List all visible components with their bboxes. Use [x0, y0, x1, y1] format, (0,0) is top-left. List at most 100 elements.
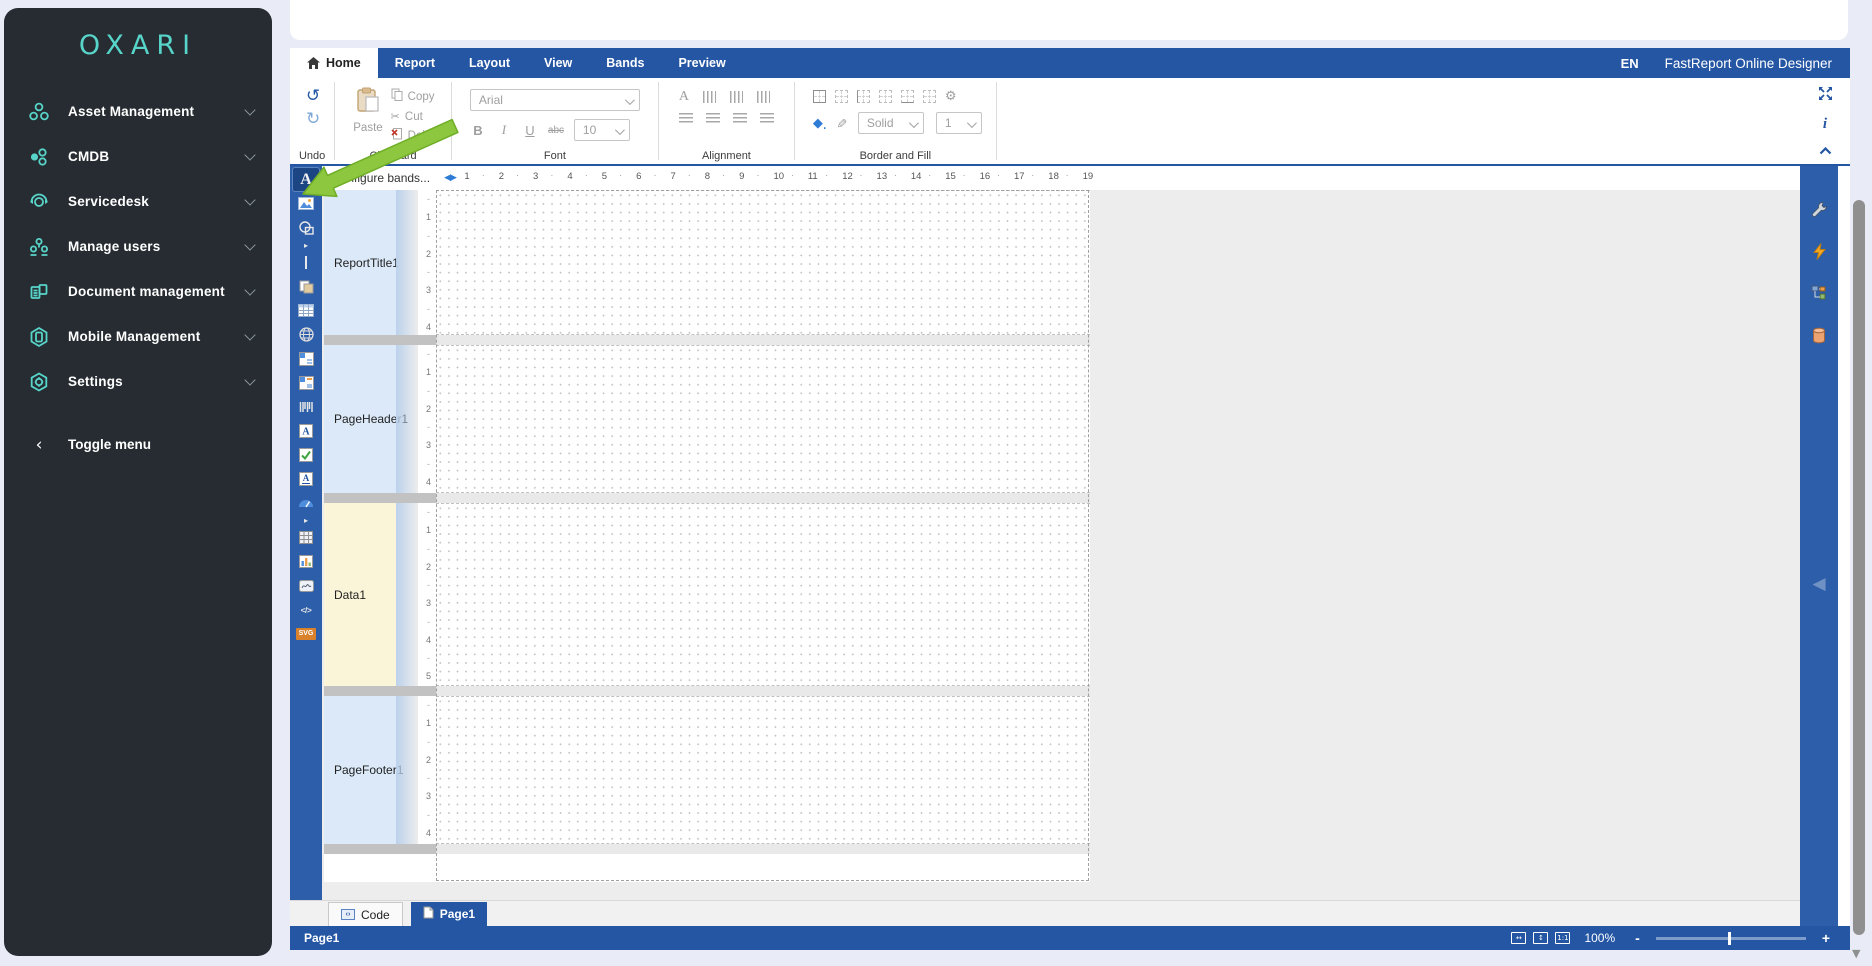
advanced-matrix-object-tool[interactable] [293, 371, 319, 394]
border-settings-icon[interactable]: ⚙ [945, 89, 957, 104]
collapse-panel-icon[interactable]: ◀ [1812, 574, 1825, 594]
gauge-object-tool[interactable] [293, 491, 319, 514]
sidebar-item-manage-users[interactable]: Manage users [4, 224, 272, 269]
tab-bands[interactable]: Bands [589, 48, 661, 78]
bold-button[interactable]: B [470, 123, 486, 138]
band-content[interactable] [436, 696, 1090, 844]
border-none-icon[interactable] [835, 90, 848, 103]
tab-page1[interactable]: Page1 [411, 902, 487, 926]
info-icon[interactable]: i [1823, 116, 1827, 133]
band-report-title[interactable]: ReportTitle1 1-2-3-4- [324, 190, 1090, 335]
band-label[interactable]: Data1 [324, 503, 396, 686]
band-separator[interactable] [324, 844, 1090, 854]
scrollbar-down-arrow-icon[interactable]: ▼ [1852, 947, 1860, 960]
border-all-icon[interactable] [813, 90, 826, 103]
sidebar-item-cmdb[interactable]: CMDB [4, 134, 272, 179]
font-color-button[interactable]: A [679, 89, 689, 105]
band-label[interactable]: PageHeader1 [324, 345, 396, 493]
svg-object-tool[interactable]: SVG [293, 622, 319, 645]
band-page-header[interactable]: PageHeader1 1-2-3-4- [324, 345, 1090, 493]
border-left-icon[interactable] [857, 90, 870, 103]
tab-preview[interactable]: Preview [661, 48, 742, 78]
font-family-select[interactable]: Arial [470, 89, 640, 111]
zoom-out-button[interactable]: - [1629, 930, 1646, 946]
html-object-tool[interactable]: </> [293, 598, 319, 621]
undo-button[interactable]: ↺ [306, 88, 320, 105]
align-bottom-icon[interactable] [757, 91, 770, 103]
band-data[interactable]: Data1 1-2-3-4-5- [324, 503, 1090, 686]
line-width-select[interactable]: 1 [936, 112, 982, 134]
sidebar-item-document-management[interactable]: Document management [4, 269, 272, 314]
zoom-slider-thumb[interactable] [1728, 932, 1731, 945]
align-center-icon[interactable] [706, 113, 720, 124]
band-separator[interactable] [324, 493, 1090, 503]
data-button[interactable] [1800, 314, 1838, 356]
subreport-object-tool[interactable] [293, 275, 319, 298]
matrix-object-tool[interactable] [293, 347, 319, 370]
border-top-icon[interactable] [879, 90, 892, 103]
delete-button[interactable]: Delete [391, 127, 441, 145]
checkbox-object-tool[interactable] [293, 443, 319, 466]
align-left-icon[interactable] [679, 113, 693, 124]
scrollbar-thumb[interactable] [1853, 200, 1865, 935]
table-object-tool[interactable] [293, 299, 319, 322]
tab-home[interactable]: Home [290, 48, 378, 78]
tab-code[interactable]: ‹› Code [328, 902, 403, 926]
border-bottom-icon[interactable] [901, 90, 914, 103]
underline-button[interactable]: U [522, 123, 538, 138]
configure-bands-button[interactable]: Configure bands... [332, 171, 430, 185]
vertical-scrollbar[interactable]: ▼ [1852, 70, 1866, 956]
band-page-footer[interactable]: PageFooter1 1-2-3-4- [324, 696, 1090, 844]
chart-object-tool[interactable] [293, 550, 319, 573]
gauge-flyout-arrow-icon[interactable]: ▸ [293, 515, 319, 525]
band-content[interactable] [436, 503, 1090, 686]
line-color-icon[interactable]: ✎ [833, 118, 848, 129]
zoom-slider[interactable] [1656, 937, 1806, 940]
copy-button[interactable]: Copy [391, 88, 441, 106]
band-content[interactable] [436, 345, 1090, 493]
shape-flyout-arrow-icon[interactable]: ▸ [293, 240, 319, 250]
fill-color-icon[interactable]: ◆ [813, 116, 823, 131]
band-label[interactable]: ReportTitle1 [324, 190, 396, 335]
text-object-tool[interactable]: A [293, 168, 319, 191]
align-justify-icon[interactable] [760, 113, 774, 124]
align-top-icon[interactable] [703, 91, 716, 103]
tab-view[interactable]: View [527, 48, 589, 78]
zoom-one-to-one-icon[interactable]: 1:1 [1555, 932, 1570, 944]
fit-whole-page-icon[interactable]: ↕ [1533, 932, 1548, 944]
font-size-select[interactable]: 10 [574, 119, 630, 141]
zoom-in-button[interactable]: + [1816, 930, 1836, 946]
line-object-tool[interactable] [293, 251, 319, 274]
richtext-object-tool[interactable]: A [293, 419, 319, 442]
sidebar-item-mobile-management[interactable]: Mobile Management [4, 314, 272, 359]
barcode-object-tool[interactable] [293, 395, 319, 418]
properties-button[interactable] [1800, 188, 1838, 230]
redo-button[interactable]: ↻ [306, 111, 320, 128]
line-style-select[interactable]: Solid [858, 112, 924, 134]
cellular-text-object-tool[interactable]: A [293, 467, 319, 490]
shape-object-tool[interactable] [293, 216, 319, 239]
sidebar-item-servicedesk[interactable]: Servicedesk [4, 179, 272, 224]
band-separator[interactable] [324, 335, 1090, 345]
report-tree-button[interactable] [1800, 272, 1838, 314]
italic-button[interactable]: I [496, 122, 512, 138]
align-middle-icon[interactable] [730, 91, 743, 103]
align-right-icon[interactable] [733, 113, 747, 124]
toggle-menu-button[interactable]: ‹ Toggle menu [4, 422, 272, 467]
tab-layout[interactable]: Layout [452, 48, 527, 78]
fullscreen-icon[interactable] [1818, 86, 1833, 106]
signature-object-tool[interactable] [293, 574, 319, 597]
paste-button[interactable]: Paste [353, 86, 382, 148]
strikethrough-button[interactable]: abc [548, 125, 564, 136]
events-button[interactable] [1800, 230, 1838, 272]
band-label[interactable]: PageFooter1 [324, 696, 396, 844]
fit-page-width-icon[interactable]: ↔ [1511, 932, 1526, 944]
collapse-ribbon-icon[interactable] [1819, 142, 1832, 160]
map-object-tool[interactable] [293, 323, 319, 346]
band-content[interactable] [436, 190, 1090, 335]
border-right-icon[interactable] [923, 90, 936, 103]
cut-button[interactable]: ✂ Cut [391, 110, 441, 123]
picture-object-tool[interactable] [293, 192, 319, 215]
sidebar-item-settings[interactable]: Settings [4, 359, 272, 404]
tab-report[interactable]: Report [378, 48, 452, 78]
